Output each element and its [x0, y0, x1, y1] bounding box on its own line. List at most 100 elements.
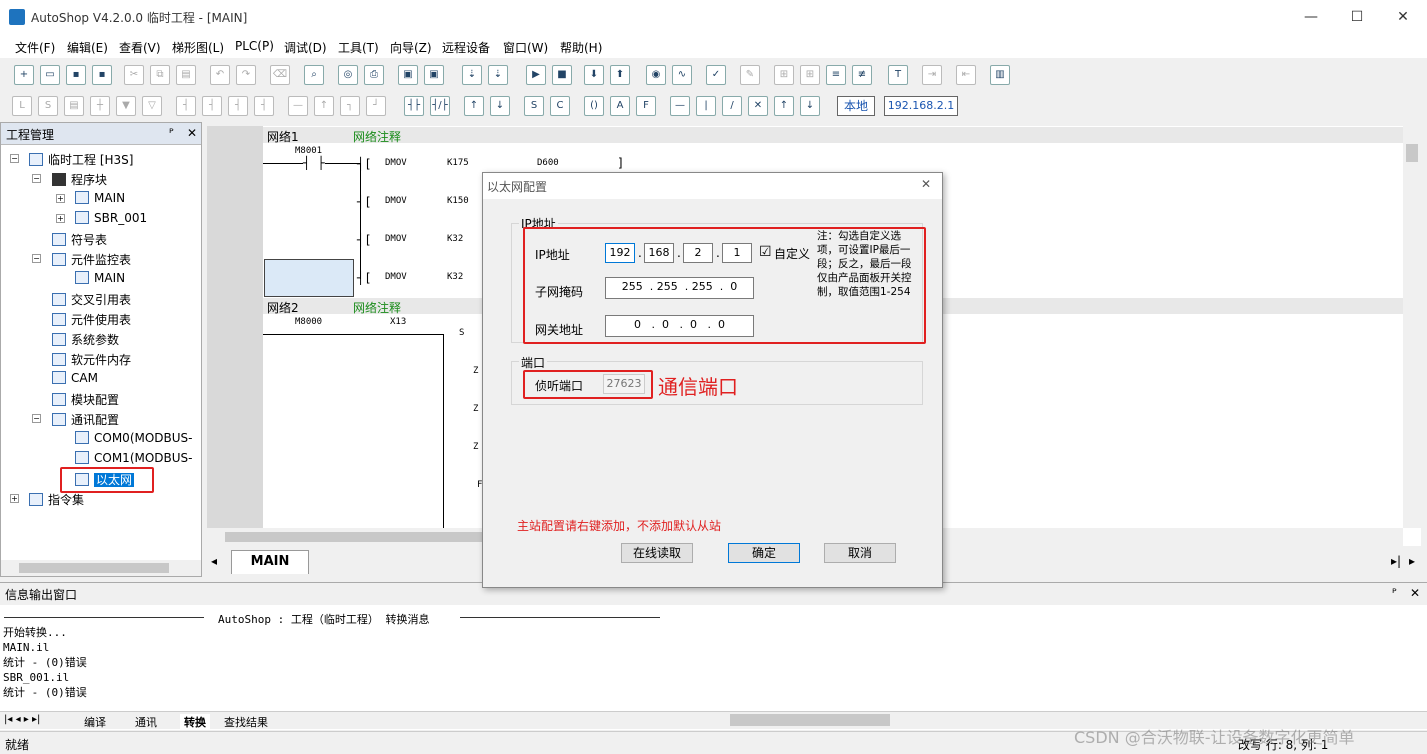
logout-icon[interactable]: ⇤: [956, 65, 976, 85]
up-icon[interactable]: ↑: [774, 96, 794, 116]
expand-icon[interactable]: −: [32, 254, 41, 263]
tree-comm[interactable]: 通讯配置: [52, 411, 119, 428]
copy-icon[interactable]: ⧉: [150, 65, 170, 85]
tab-compile[interactable]: 编译: [84, 714, 106, 730]
open-icon[interactable]: ▭: [40, 65, 60, 85]
cut-icon[interactable]: ✂: [124, 65, 144, 85]
tree-instr[interactable]: 指令集: [29, 491, 84, 508]
branch4-icon[interactable]: ┤: [254, 96, 274, 116]
edit-icon[interactable]: ✎: [740, 65, 760, 85]
expand-icon[interactable]: −: [32, 414, 41, 423]
redo-icon[interactable]: ↷: [236, 65, 256, 85]
branch-icon[interactable]: ┤: [176, 96, 196, 116]
pin-icon[interactable]: ᴾ: [169, 126, 174, 140]
print-icon[interactable]: ⎙: [364, 65, 384, 85]
undo-icon[interactable]: ↶: [210, 65, 230, 85]
ok-button[interactable]: 确定: [728, 543, 800, 563]
menu-file[interactable]: 文件(F): [15, 39, 55, 56]
menu-debug[interactable]: 调试(D): [284, 39, 327, 56]
tree-cam[interactable]: CAM: [52, 371, 98, 385]
tab-nav-arrows[interactable]: |◂ ◂ ▸ ▸|: [4, 714, 40, 725]
no-contact-icon[interactable]: ┤├: [404, 96, 424, 116]
horizontal-scrollbar[interactable]: [1, 560, 201, 576]
menu-window[interactable]: 窗口(W): [503, 39, 548, 56]
coil-c-icon[interactable]: C: [550, 96, 570, 116]
menu-edit[interactable]: 编辑(E): [67, 39, 108, 56]
sfc-icon[interactable]: S: [38, 96, 58, 116]
panel-icon[interactable]: ▥: [990, 65, 1010, 85]
dialog-close-icon[interactable]: ✕: [921, 177, 931, 191]
grid2-icon[interactable]: ⊞: [800, 65, 820, 85]
pulse-down-icon[interactable]: ↓: [490, 96, 510, 116]
panel-close-icon[interactable]: ✕: [187, 126, 197, 140]
vertical-scrollbar[interactable]: [1403, 126, 1421, 528]
tab-scroll-left[interactable]: ◂: [211, 554, 217, 568]
menu-remote[interactable]: 远程设备: [442, 39, 490, 56]
pin-icon[interactable]: ᴾ: [1392, 586, 1397, 600]
tab-comm[interactable]: 通讯: [135, 714, 157, 730]
tree-monitor-main[interactable]: MAIN: [75, 271, 125, 285]
coil-icon[interactable]: (): [584, 96, 604, 116]
download-icon[interactable]: ⬇: [584, 65, 604, 85]
test-icon[interactable]: T: [888, 65, 908, 85]
menu-help[interactable]: 帮助(H): [560, 39, 602, 56]
monitor-icon[interactable]: ◉: [646, 65, 666, 85]
cancel-button[interactable]: 取消: [824, 543, 896, 563]
expand-icon[interactable]: +: [10, 494, 19, 503]
align2-icon[interactable]: ≢: [852, 65, 872, 85]
vline-icon[interactable]: ↑: [314, 96, 334, 116]
diagnose-icon[interactable]: ✓: [706, 65, 726, 85]
grid-icon[interactable]: ⊞: [774, 65, 794, 85]
search-icon[interactable]: ⌕: [304, 65, 324, 85]
down-contact-icon[interactable]: ▼: [116, 96, 136, 116]
tree-com1[interactable]: COM1(MODBUS-: [75, 451, 193, 465]
tab-scroll-end[interactable]: ▸: [1409, 554, 1415, 568]
ladder-icon[interactable]: L: [12, 96, 32, 116]
trend-icon[interactable]: ∿: [672, 65, 692, 85]
tree-monitor[interactable]: 元件监控表: [52, 251, 131, 268]
hwire-icon[interactable]: —: [670, 96, 690, 116]
expand-icon[interactable]: −: [32, 174, 41, 183]
minimize-button[interactable]: —: [1288, 2, 1334, 32]
window2-icon[interactable]: ▣: [424, 65, 444, 85]
compile-icon[interactable]: ⇣: [462, 65, 482, 85]
panel-close-icon[interactable]: ✕: [1410, 586, 1420, 600]
expand-icon[interactable]: +: [56, 214, 65, 223]
tree-main[interactable]: MAIN: [75, 191, 125, 205]
diag-icon[interactable]: /: [722, 96, 742, 116]
corner2-icon[interactable]: ┘: [366, 96, 386, 116]
hline-icon[interactable]: —: [288, 96, 308, 116]
down-icon[interactable]: ↓: [800, 96, 820, 116]
tab-scroll-right[interactable]: ▸|: [1391, 554, 1401, 568]
menu-tools[interactable]: 工具(T): [338, 39, 379, 56]
tree-usage[interactable]: 元件使用表: [52, 311, 131, 328]
tree-program-block[interactable]: 程序块: [52, 171, 107, 188]
pulse-up-icon[interactable]: ↑: [464, 96, 484, 116]
branch3-icon[interactable]: ┤: [228, 96, 248, 116]
login-icon[interactable]: ⇥: [922, 65, 942, 85]
save-all-icon[interactable]: ▪: [92, 65, 112, 85]
vwire-icon[interactable]: |: [696, 96, 716, 116]
instr-icon[interactable]: ▤: [64, 96, 84, 116]
menu-wizard[interactable]: 向导(Z): [390, 39, 432, 56]
expand-icon[interactable]: +: [56, 194, 65, 203]
new-icon[interactable]: +: [14, 65, 34, 85]
ip-connection-button[interactable]: 192.168.2.1: [884, 96, 958, 116]
window-icon[interactable]: ▣: [398, 65, 418, 85]
fb-f-icon[interactable]: F: [636, 96, 656, 116]
stop-icon[interactable]: ■: [552, 65, 572, 85]
online-read-button[interactable]: 在线读取: [621, 543, 693, 563]
local-connection-button[interactable]: 本地: [837, 96, 875, 116]
tree-com0[interactable]: COM0(MODBUS-: [75, 431, 193, 445]
menu-ladder[interactable]: 梯形图(L): [172, 39, 224, 56]
corner-icon[interactable]: ┐: [340, 96, 360, 116]
selected-cell[interactable]: [264, 259, 354, 297]
upload-icon[interactable]: ⬆: [610, 65, 630, 85]
tree-softmem[interactable]: 软元件内存: [52, 351, 131, 368]
delwire-icon[interactable]: ✕: [748, 96, 768, 116]
vscroll-thumb[interactable]: [1406, 144, 1418, 162]
fb-a-icon[interactable]: A: [610, 96, 630, 116]
branch2-icon[interactable]: ┤: [202, 96, 222, 116]
tab-main[interactable]: MAIN: [231, 550, 309, 574]
set-icon[interactable]: S: [524, 96, 544, 116]
